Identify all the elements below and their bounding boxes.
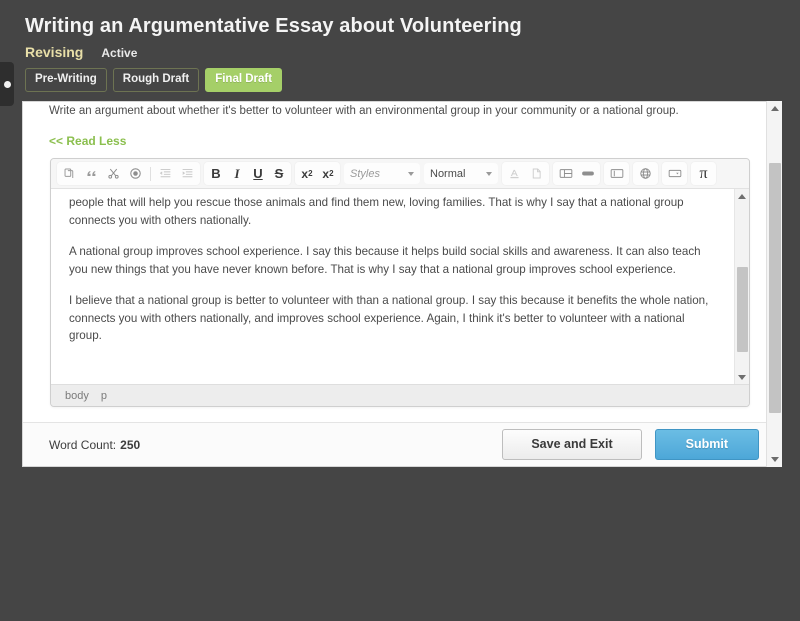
strikethrough-icon[interactable]: S: [269, 163, 289, 184]
styles-select-value: Styles: [350, 167, 380, 180]
editor-body[interactable]: people that will help you rescue those a…: [51, 189, 734, 384]
subscript-icon[interactable]: x2: [297, 163, 317, 184]
page-scroll-down-arrow-icon[interactable]: [767, 452, 782, 467]
toolbar-group-math: π: [691, 162, 716, 185]
submit-button[interactable]: Submit: [654, 429, 759, 460]
page-header: Writing an Argumentative Essay about Vol…: [0, 0, 800, 92]
page-scroll-up-arrow-icon[interactable]: [767, 101, 782, 116]
stage-tabs: Pre-Writing Rough Draft Final Draft: [25, 68, 800, 92]
editor-paragraph: people that will help you rescue those a…: [69, 196, 684, 227]
app-root: Writing an Argumentative Essay about Vol…: [0, 0, 800, 621]
page-title: Writing an Argumentative Essay about Vol…: [25, 15, 522, 37]
chevron-down-icon: [486, 171, 492, 176]
record-target-icon[interactable]: [125, 163, 146, 184]
paragraph-format-value: Normal: [430, 167, 466, 180]
table-icon[interactable]: [555, 163, 576, 184]
word-count-label: Word Count:: [49, 437, 117, 452]
superscript-icon[interactable]: x2: [318, 163, 338, 184]
styles-select[interactable]: Styles: [344, 163, 420, 184]
copy-icon[interactable]: [59, 163, 80, 184]
globe-link-icon[interactable]: [635, 163, 656, 184]
toolbar-group-clipboard: [57, 162, 200, 185]
tab-final-draft[interactable]: Final Draft: [205, 68, 283, 92]
rich-text-editor: B I U S x2 x2 Styles Normal π people tha…: [50, 158, 750, 407]
editor-toolbar: B I U S x2 x2 Styles Normal π: [51, 159, 749, 189]
horizontal-rule-icon[interactable]: [577, 163, 598, 184]
editor-scrollbar-thumb[interactable]: [737, 267, 748, 352]
background-color-icon[interactable]: [526, 163, 547, 184]
toolbar-group-basic-styles: B I U S: [204, 162, 291, 185]
toolbar-group-pagebreak: [604, 162, 629, 185]
math-pi-icon[interactable]: π: [693, 163, 714, 184]
toolbar-group-script: x2 x2: [295, 162, 340, 185]
toolbar-group-insert: [553, 162, 600, 185]
toolbar-group-colors: [502, 162, 549, 185]
tab-rough-draft[interactable]: Rough Draft: [112, 68, 200, 92]
save-and-exit-button[interactable]: Save and Exit: [502, 429, 642, 460]
paragraph-format-select[interactable]: Normal: [424, 163, 498, 184]
assignment-card: Write an argument about whether it's bet…: [22, 101, 782, 467]
tab-pre-writing[interactable]: Pre-Writing: [25, 68, 107, 92]
word-count: Word Count: 250: [49, 438, 140, 452]
stage-label: Revising: [25, 44, 84, 60]
editor-paragraph: I believe that a national group is bette…: [69, 294, 709, 342]
word-count-value: 250: [120, 437, 141, 452]
bold-icon[interactable]: B: [206, 163, 226, 184]
scissors-cut-icon[interactable]: [103, 163, 124, 184]
underline-icon[interactable]: U: [248, 163, 268, 184]
editor-status-bar: body p: [51, 384, 749, 406]
page-break-icon[interactable]: [606, 163, 627, 184]
read-less-link[interactable]: << Read Less: [49, 134, 126, 148]
italic-icon[interactable]: I: [227, 163, 247, 184]
increase-indent-icon[interactable]: [177, 163, 198, 184]
editor-body-wrapper: people that will help you rescue those a…: [51, 189, 749, 384]
select-field-icon[interactable]: [664, 163, 685, 184]
editor-paragraph: A national group improves school experie…: [69, 245, 701, 276]
status-row: Revising Active: [25, 44, 800, 60]
scroll-up-arrow-icon[interactable]: [735, 189, 749, 203]
element-path-p[interactable]: p: [101, 390, 107, 402]
quote-icon[interactable]: [81, 163, 102, 184]
status-badge: Active: [101, 46, 138, 60]
element-path-body[interactable]: body: [65, 390, 89, 402]
decrease-indent-icon[interactable]: [155, 163, 176, 184]
chevron-down-icon: [408, 171, 414, 176]
card-footer: Word Count: 250 Save and Exit Submit: [23, 422, 781, 466]
page-scrollbar-thumb[interactable]: [769, 163, 781, 413]
toolbar-group-select-field: [662, 162, 687, 185]
editor-scrollbar[interactable]: [734, 189, 749, 384]
footer-actions: Save and Exit Submit: [502, 429, 759, 460]
text-color-icon[interactable]: [504, 163, 525, 184]
scroll-down-arrow-icon[interactable]: [735, 370, 749, 384]
page-scrollbar[interactable]: [766, 101, 782, 467]
assignment-prompt: Write an argument about whether it's bet…: [49, 105, 679, 117]
toolbar-separator: [150, 166, 151, 181]
toolbar-group-link: [633, 162, 658, 185]
